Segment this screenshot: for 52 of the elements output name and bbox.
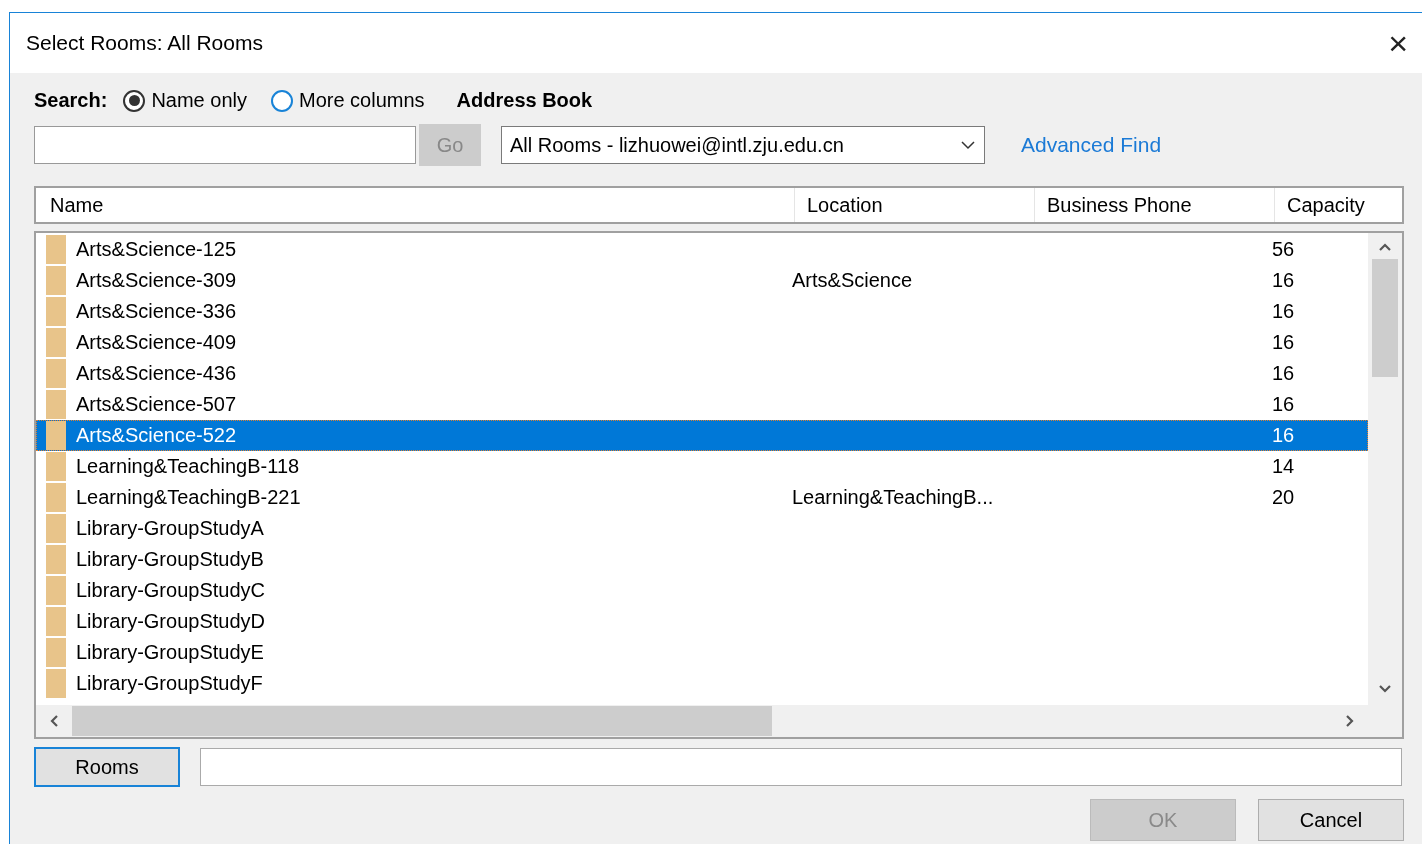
room-icon [46,328,66,357]
room-row[interactable]: Library-GroupStudyD [36,606,1368,637]
room-icon [46,669,66,698]
room-icon [46,638,66,667]
search-label: Search: [34,89,108,112]
room-row[interactable]: Learning&TeachingB-221 Learning&TeachingB... 20 [36,482,1368,513]
room-icon [46,421,66,450]
room-row[interactable]: Arts&Science-507 16 [36,389,1368,420]
close-button[interactable]: × [1384,26,1412,60]
radio-label: More columns [299,89,425,112]
room-row[interactable]: Arts&Science-336 16 [36,296,1368,327]
room-icon [46,483,66,512]
room-icon [46,452,66,481]
radio-button[interactable] [271,89,293,112]
room-icon [46,266,66,295]
room-icon [46,359,66,388]
room-row[interactable]: Arts&Science-309 Arts&Science 16 [36,265,1368,296]
room-icon [46,576,66,605]
room-row[interactable]: Learning&TeachingB-118 14 [36,451,1368,482]
window-title: Select Rooms: All Rooms [26,31,263,55]
room-icon [46,390,66,419]
advanced-find-link[interactable]: Advanced Find [1021,133,1162,157]
room-icon [46,607,66,636]
column-header[interactable]: Business Phone [1047,193,1192,217]
dialog-button[interactable]: Cancel [1258,799,1404,841]
address-book-label: Address Book [456,89,593,112]
room-icon [46,297,66,326]
rooms-button[interactable]: Rooms [34,747,180,787]
room-row[interactable]: Library-GroupStudyE [36,637,1368,668]
column-header[interactable]: Location [807,193,883,217]
room-row[interactable]: Library-GroupStudyF [36,668,1368,699]
radio-label: Name only [151,89,247,112]
room-icon [46,235,66,264]
vertical-scrollbar[interactable] [1368,233,1402,705]
room-row[interactable]: Arts&Science-522 16 [36,420,1368,451]
rooms-field[interactable] [200,748,1402,786]
scrollbar-thumb[interactable] [1372,259,1398,377]
horizontal-scrollbar[interactable] [36,705,1368,737]
room-row[interactable]: Library-GroupStudyA [36,513,1368,544]
column-header[interactable]: Capacity [1287,193,1365,217]
room-row[interactable]: Arts&Science-409 16 [36,327,1368,358]
room-row[interactable]: Library-GroupStudyC [36,575,1368,606]
room-row[interactable]: Arts&Science-125 56 [36,234,1368,265]
search-field[interactable] [34,126,416,164]
room-row[interactable]: Arts&Science-436 16 [36,358,1368,389]
room-row[interactable]: Library-GroupStudyB [36,544,1368,575]
room-icon [46,514,66,543]
radio-button[interactable] [123,89,146,112]
scrollbar-thumb[interactable] [72,706,772,736]
room-icon [46,545,66,574]
column-header[interactable]: Name [50,193,104,217]
address-book-dropdown[interactable]: All Rooms - lizhuowei@intl.zju.edu.cn [501,126,985,164]
